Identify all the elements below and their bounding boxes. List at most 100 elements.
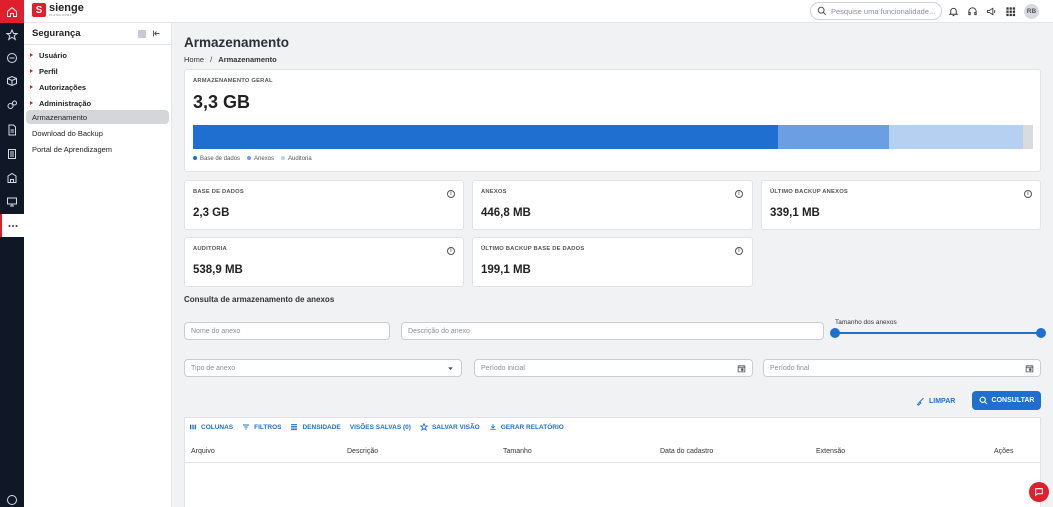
stat-value: 446,8 MB (481, 207, 531, 219)
start-date-placeholder: Período inicial (481, 364, 525, 372)
info-icon[interactable]: i (735, 190, 743, 198)
column-header[interactable]: Arquivo (191, 448, 215, 455)
calendar-icon[interactable] (737, 364, 746, 373)
clear-button[interactable]: LIMPAR (916, 392, 955, 410)
start-date-input[interactable]: Período inicial (474, 359, 753, 377)
sidebar-item-download-backup[interactable]: Download do Backup (32, 126, 103, 140)
headset-icon[interactable] (967, 6, 978, 17)
stat-label: AUDITORIA (193, 246, 227, 252)
saved-views-button-label: VISÕES SALVAS (0) (349, 423, 411, 431)
attachment-description-placeholder: Descrição do anexo (408, 327, 470, 335)
box-icon[interactable] (0, 69, 24, 92)
calendar-icon[interactable] (1025, 364, 1034, 373)
size-slider-track[interactable] (835, 332, 1041, 334)
stat-label: BASE DE DADOS (193, 189, 244, 195)
breadcrumb-current: Armazenamento (218, 55, 277, 64)
star-icon[interactable] (0, 23, 24, 46)
caret-right-icon (30, 53, 33, 57)
legend-item: Auditoria (281, 156, 312, 162)
sidebar-item-autorizacoes[interactable]: Autorizações (30, 80, 86, 94)
legend-dot-icon (247, 156, 252, 161)
columns-button[interactable]: COLUNAS (189, 423, 233, 431)
info-icon[interactable]: i (735, 247, 743, 255)
column-header[interactable]: Descrição (347, 448, 378, 455)
legend-dot-icon (193, 156, 197, 161)
dropdown-arrow-icon (448, 367, 453, 370)
density-button[interactable]: DENSIDADE (290, 423, 341, 431)
filters-button[interactable]: FILTROS (242, 423, 281, 431)
storage-bar-segment (888, 125, 1023, 149)
column-header[interactable]: Tamanho (503, 448, 532, 455)
sienge-logo[interactable]: S sienge PLATAFORMA (32, 3, 84, 17)
generate-report-button[interactable]: GERAR RELATÓRIO (489, 423, 564, 431)
list-icon[interactable] (0, 142, 24, 165)
storage-bar-segment (193, 125, 779, 149)
legend-label: Base de dados (200, 156, 241, 162)
download-icon (490, 424, 496, 430)
settings-icon[interactable] (0, 93, 24, 116)
user-avatar[interactable]: RB (1024, 4, 1039, 19)
apps-grid-icon[interactable] (1005, 6, 1016, 17)
clear-button-label: LIMPAR (929, 397, 956, 405)
info-icon[interactable]: i (1024, 190, 1032, 198)
breadcrumb: Home / Armazenamento (184, 55, 277, 64)
logo-mark-icon: S (32, 3, 46, 17)
building-icon[interactable] (0, 166, 24, 189)
columns-button-label: COLUNAS (201, 423, 234, 431)
global-search[interactable]: Pesquise uma funcionalidade... (810, 2, 942, 20)
sidebar-header: Segurança (24, 23, 171, 45)
attachment-description-input[interactable]: Descrição do anexo (401, 322, 824, 340)
legend-item: Anexos (247, 156, 274, 162)
home-icon[interactable] (0, 0, 24, 23)
attachment-type-placeholder: Tipo de anexo (191, 364, 236, 372)
size-slider-max-handle[interactable] (1036, 328, 1046, 338)
sidebar-item-label: Administração (39, 98, 92, 108)
saved-views-button[interactable]: VISÕES SALVAS (0) (350, 424, 411, 431)
main-content: Armazenamento Home / Armazenamento ARMAZ… (172, 23, 1053, 507)
megaphone-icon[interactable] (986, 6, 997, 17)
document-icon[interactable] (0, 118, 24, 141)
save-view-button[interactable]: SALVAR VISÃO (419, 423, 480, 431)
column-header[interactable]: Data do cadastro (660, 448, 713, 455)
breadcrumb-home[interactable]: Home (184, 55, 204, 64)
star-outline-icon (419, 423, 428, 431)
storage-overview-card: ARMAZENAMENTO GERAL 3,3 GB Base de dados… (184, 69, 1041, 172)
sidebar-item-armazenamento[interactable]: Armazenamento (26, 110, 169, 124)
sidebar: Segurança Usuário Perfil Autorizações Ad… (24, 23, 172, 507)
attachment-type-select[interactable]: Tipo de anexo (184, 359, 462, 377)
storage-usage-bar (193, 125, 1033, 149)
sidebar-item-portal-aprendizagem[interactable]: Portal de Aprendizagem (32, 142, 112, 156)
end-date-input[interactable]: Período final (763, 359, 1041, 377)
collapse-sidebar-icon[interactable] (152, 29, 161, 38)
info-icon[interactable]: i (447, 190, 455, 198)
search-icon (979, 396, 987, 405)
more-icon[interactable] (0, 214, 24, 237)
info-icon[interactable]: i (447, 247, 455, 255)
stat-label: ÚLTIMO BACKUP BASE DE DADOS (481, 246, 585, 252)
sidebar-title: Segurança (32, 28, 81, 39)
column-header[interactable]: Extensão (816, 448, 845, 455)
search-button[interactable]: CONSULTAR (972, 391, 1041, 410)
filter-icon (243, 424, 250, 430)
broom-icon (916, 397, 924, 406)
sidebar-item-label: Autorizações (39, 82, 87, 92)
logo-text: sienge (49, 2, 84, 14)
query-section-title: Consulta de armazenamento de anexos (184, 295, 335, 304)
size-slider-min-handle[interactable] (830, 328, 840, 338)
column-header[interactable]: Ações (994, 448, 1013, 455)
end-date-placeholder: Período final (770, 364, 810, 372)
sidebar-item-administracao[interactable]: Administração (30, 96, 91, 110)
minus-circle-icon[interactable] (0, 46, 24, 69)
help-icon[interactable] (0, 492, 24, 507)
storage-legend: Base de dados Anexos Auditoria (193, 156, 312, 162)
legend-item: Base de dados (193, 156, 240, 162)
caret-right-icon (30, 85, 33, 89)
sidebar-item-perfil[interactable]: Perfil (30, 64, 58, 78)
attachment-name-input[interactable]: Nome do anexo (184, 322, 390, 340)
expand-all-icon[interactable] (138, 29, 146, 38)
storage-bar-free (1022, 125, 1033, 149)
chat-button[interactable] (1029, 482, 1049, 502)
bell-icon[interactable] (948, 6, 959, 17)
sidebar-item-usuario[interactable]: Usuário (30, 48, 67, 62)
monitor-icon[interactable] (0, 190, 24, 213)
